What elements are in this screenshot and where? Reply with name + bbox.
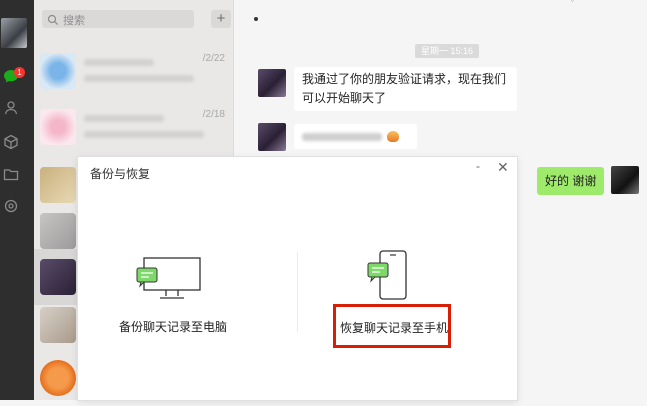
search-input[interactable]: 搜索 [42,10,194,28]
settings-icon[interactable] [3,198,19,214]
backup-to-pc-option[interactable]: 备份聊天记录至电脑 [116,252,246,342]
chat-date: /2/22 [202,53,225,64]
list-item[interactable]: /2/18 [34,99,233,155]
folder-icon[interactable] [3,166,19,182]
search-placeholder: 搜索 [63,15,85,27]
contact-avatar [40,259,76,295]
pin-icon[interactable]: ♢ [568,0,577,5]
divider [297,252,298,332]
contact-name-redacted [84,59,154,66]
user-avatar[interactable] [611,166,639,194]
redacted-text [302,133,382,141]
backup-restore-dialog: 备份与恢复 - ✕ 备份聊天记录至电脑 恢复聊天记录至手机 [78,157,517,400]
chat-title-redacted [254,17,258,21]
user-avatar[interactable] [1,18,27,48]
message-timestamp: 星期一 15:16 [415,44,480,58]
contact-avatar[interactable] [258,123,286,151]
chat-date: /2/18 [202,109,225,120]
contact-avatar [40,307,76,343]
contact-avatar [40,53,76,89]
contact-avatar [40,109,76,145]
app-sidebar: 1 [0,0,34,400]
message-bubble-redacted [294,124,417,149]
message-preview-redacted [84,131,204,138]
contact-avatar [40,167,76,203]
search-icon [47,13,59,26]
contact-name-redacted [84,115,164,122]
contact-avatar[interactable] [258,69,286,97]
add-button[interactable]: + [211,10,231,28]
close-window-icon[interactable]: ▫ [624,0,628,5]
dialog-title: 备份与恢复 [90,167,151,181]
close-button[interactable]: ✕ [497,159,509,176]
highlight-box [333,304,451,348]
minimize-button[interactable]: - [476,159,480,173]
phone-icon [366,249,410,306]
message-preview-redacted [84,75,194,82]
favorites-icon[interactable] [3,134,19,150]
list-item[interactable]: /2/22 [34,43,233,99]
contact-avatar [40,213,76,249]
unread-badge: 1 [14,67,25,78]
backup-option-label: 备份聊天记录至电脑 [119,320,228,334]
message-bubble: 我通过了你的朋友验证请求，现在我们可以开始聊天了 [294,67,517,111]
contact-avatar [40,360,76,396]
search-bar: 搜索 + [42,10,231,28]
contacts-icon[interactable] [3,100,19,116]
minimize-icon[interactable]: ▫ [596,0,600,5]
monitor-icon [136,256,204,307]
fire-emoji-icon [387,131,399,142]
reply-bubble: 好的 谢谢 [537,167,605,195]
